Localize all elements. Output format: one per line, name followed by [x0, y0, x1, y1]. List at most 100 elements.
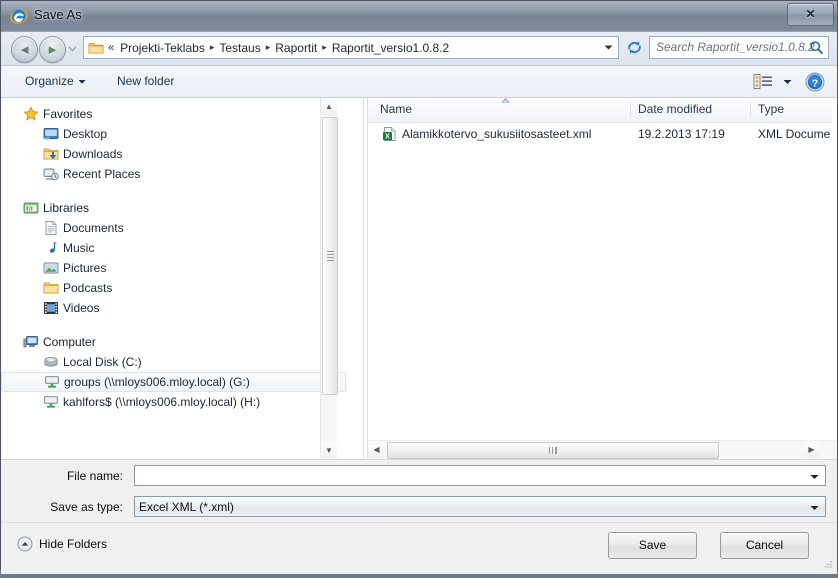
column-header-date-modified[interactable]: Date modified [638, 102, 712, 116]
scrollbar-thumb[interactable] [322, 117, 338, 395]
cancel-button[interactable]: Cancel [720, 532, 809, 559]
column-divider[interactable] [750, 101, 751, 118]
sidebar-item-label: kahlfors$ (\\mloys006.mloy.local) (H:) [63, 395, 261, 409]
save-button[interactable]: Save [608, 532, 697, 559]
hide-folders-button[interactable]: Hide Folders [17, 536, 107, 552]
file-name-chevron-down-icon[interactable] [810, 474, 819, 480]
nav-group-label: Favorites [43, 107, 93, 121]
breadcrumb-item-1[interactable]: Testaus [217, 40, 262, 56]
nav-group-favorites[interactable]: Favorites [1, 104, 346, 124]
sidebar-item-label: Pictures [63, 261, 107, 275]
recent-places-icon [43, 168, 59, 181]
desktop-icon [43, 128, 59, 140]
view-layout-icon[interactable] [753, 73, 773, 90]
save-as-type-label: Save as type: [50, 500, 123, 514]
scroll-down-icon: ▼ [325, 446, 333, 455]
scroll-left-button[interactable]: ◀ [368, 441, 385, 458]
save-as-type-chevron-down-icon[interactable] [810, 505, 819, 511]
sidebar-item-videos[interactable]: Videos [1, 298, 346, 318]
hide-folders-label: Hide Folders [39, 537, 108, 551]
sidebar-item-pictures[interactable]: Pictures [1, 258, 346, 278]
sidebar-item-downloads[interactable]: Downloads [1, 144, 346, 164]
scroll-right-button[interactable]: ▶ [803, 441, 820, 458]
horizontal-scrollbar-thumb[interactable] [387, 442, 719, 459]
resize-grip-icon[interactable] [821, 559, 833, 571]
title-bar[interactable]: Save As ✕ [1, 1, 837, 32]
sidebar-item-kahlfors-drive[interactable]: kahlfors$ (\\mloys006.mloy.local) (H:) [1, 392, 346, 412]
breadcrumb-item-3[interactable]: Raportit_versio1.0.8.2 [330, 40, 451, 56]
breadcrumb-separator-icon[interactable]: ▸ [210, 42, 215, 53]
file-name-input[interactable] [134, 465, 826, 486]
close-button[interactable]: ✕ [787, 3, 834, 26]
sidebar-item-label: Documents [63, 221, 124, 235]
table-row[interactable]: X Alamikkotervo_sukusiitosasteet.xml 19.… [368, 123, 837, 145]
nav-group-spacer [1, 184, 346, 198]
scrollbar-up-button[interactable]: ▲ [321, 98, 337, 115]
sidebar-item-label: groups (\\mloys006.mloy.local) (G:) [64, 375, 250, 389]
search-box[interactable]: Search Raportit_versio1.0.8.2 [649, 36, 829, 59]
sidebar-item-recent-places[interactable]: Recent Places [1, 164, 346, 184]
music-note-icon [49, 242, 58, 253]
file-list-pane: Name Date modified Type X Alamikkotervo_… [367, 98, 837, 459]
organize-button[interactable]: Organize [19, 72, 80, 90]
star-icon [23, 106, 39, 121]
view-chevron-down-icon[interactable] [783, 79, 792, 85]
network-drive-icon [44, 396, 58, 408]
column-divider[interactable] [630, 101, 631, 118]
scrollbar-down-button[interactable]: ▼ [321, 442, 337, 459]
sidebar-item-podcasts[interactable]: Podcasts [1, 278, 346, 298]
internet-explorer-icon [10, 9, 28, 24]
scrollbar-corner [820, 442, 837, 459]
picture-icon [43, 262, 59, 274]
document-icon [45, 221, 57, 235]
refresh-icon[interactable] [625, 38, 644, 57]
titlebar-glass-overlay [1, 1, 837, 15]
breadcrumb-separator-icon[interactable]: ▸ [322, 42, 327, 53]
nav-group-label: Computer [43, 335, 96, 349]
navigation-pane-scrollbar[interactable]: ▲ ▼ [320, 98, 338, 459]
breadcrumb-item-2[interactable]: Raportit [273, 40, 319, 56]
search-input[interactable]: Search Raportit_versio1.0.8.2 [656, 40, 815, 54]
sidebar-item-label: Videos [63, 301, 100, 315]
new-folder-button[interactable]: New folder [111, 72, 180, 90]
sidebar-item-label: Downloads [63, 147, 123, 161]
sidebar-item-documents[interactable]: Documents [1, 218, 346, 238]
scroll-left-icon: ◀ [373, 445, 380, 454]
breadcrumb-separator-icon[interactable]: ▸ [266, 42, 271, 53]
sidebar-item-music[interactable]: Music [1, 238, 346, 258]
scroll-up-icon: ▲ [325, 102, 333, 111]
recent-pages-chevron-down-icon[interactable] [68, 44, 77, 53]
nav-group-libraries[interactable]: Libraries [1, 198, 346, 218]
forward-arrow-icon: ► [46, 42, 59, 57]
navigation-pane: Favorites Desktop Downloads Recent Place… [1, 98, 346, 459]
nav-group-computer[interactable]: Computer [1, 332, 346, 352]
sidebar-item-groups-drive[interactable]: groups (\\mloys006.mloy.local) (G:) [1, 372, 346, 392]
libraries-icon [23, 202, 39, 214]
back-button[interactable]: ◄ [11, 36, 38, 63]
sidebar-item-desktop[interactable]: Desktop [1, 124, 346, 144]
address-bar[interactable]: « Projekti-Teklabs ▸ Testaus ▸ Raportit … [83, 36, 619, 59]
video-film-icon [44, 302, 58, 314]
scrollbar-grip-icon [327, 251, 334, 261]
file-name-label: File name: [66, 469, 123, 483]
address-chevron-down-icon[interactable] [604, 44, 613, 51]
organize-chevron-down-icon[interactable] [78, 79, 86, 85]
sidebar-item-label: Local Disk (C:) [63, 355, 142, 369]
column-header-type[interactable]: Type [758, 102, 784, 116]
dialog-content: Favorites Desktop Downloads Recent Place… [1, 98, 837, 459]
file-type-cell: XML Docume [758, 127, 831, 141]
save-as-type-select[interactable]: Excel XML (*.xml) [134, 496, 826, 517]
help-question-icon[interactable]: ? [805, 72, 825, 92]
breadcrumb-item-0[interactable]: Projekti-Teklabs [118, 40, 207, 56]
forward-button[interactable]: ► [39, 36, 66, 63]
downloads-folder-icon [43, 148, 59, 160]
file-form-area: File name: Save as type: Excel XML (*.xm… [1, 459, 837, 522]
sidebar-item-local-disk-c[interactable]: Local Disk (C:) [1, 352, 346, 372]
breadcrumb-overflow-icon[interactable]: « [108, 42, 114, 54]
computer-icon [23, 336, 38, 348]
file-list-horizontal-scrollbar[interactable]: ◀ ▶ [368, 440, 837, 459]
column-header-name[interactable]: Name [380, 102, 412, 116]
scrollbar-grip-icon [549, 447, 557, 454]
breadcrumb: « Projekti-Teklabs ▸ Testaus ▸ Raportit … [88, 37, 451, 58]
search-icon[interactable] [809, 40, 824, 55]
